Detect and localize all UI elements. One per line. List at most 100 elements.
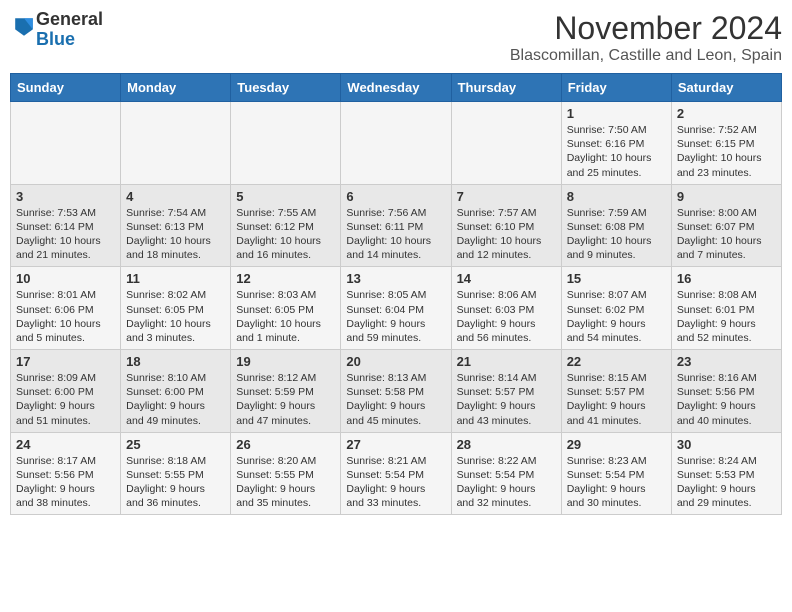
weekday-header-tuesday: Tuesday xyxy=(231,74,341,102)
day-info: Sunrise: 8:17 AM Sunset: 5:56 PM Dayligh… xyxy=(16,454,115,511)
day-number: 19 xyxy=(236,354,335,369)
day-info: Sunrise: 8:20 AM Sunset: 5:55 PM Dayligh… xyxy=(236,454,335,511)
day-info: Sunrise: 8:13 AM Sunset: 5:58 PM Dayligh… xyxy=(346,371,445,428)
day-cell xyxy=(341,102,451,185)
weekday-header-sunday: Sunday xyxy=(11,74,121,102)
day-number: 10 xyxy=(16,271,115,286)
day-info: Sunrise: 8:03 AM Sunset: 6:05 PM Dayligh… xyxy=(236,288,335,345)
day-number: 7 xyxy=(457,189,556,204)
calendar-body: 1 Sunrise: 7:50 AM Sunset: 6:16 PM Daylig… xyxy=(11,102,782,515)
day-info: Sunrise: 8:06 AM Sunset: 6:03 PM Dayligh… xyxy=(457,288,556,345)
day-cell: 25 Sunrise: 8:18 AM Sunset: 5:55 PM Dayli… xyxy=(121,432,231,515)
day-cell: 26 Sunrise: 8:20 AM Sunset: 5:55 PM Dayli… xyxy=(231,432,341,515)
day-number: 1 xyxy=(567,106,666,121)
day-cell: 23Sunrise: 8:16 AM Sunset: 5:56 PM Dayli… xyxy=(671,350,781,433)
day-number: 2 xyxy=(677,106,776,121)
day-info: Sunrise: 8:21 AM Sunset: 5:54 PM Dayligh… xyxy=(346,454,445,511)
day-info: Sunrise: 7:55 AM Sunset: 6:12 PM Dayligh… xyxy=(236,206,335,263)
day-cell: 14 Sunrise: 8:06 AM Sunset: 6:03 PM Dayli… xyxy=(451,267,561,350)
day-number: 5 xyxy=(236,189,335,204)
day-number: 6 xyxy=(346,189,445,204)
day-info: Sunrise: 8:22 AM Sunset: 5:54 PM Dayligh… xyxy=(457,454,556,511)
day-number: 14 xyxy=(457,271,556,286)
day-info: Sunrise: 8:16 AM Sunset: 5:56 PM Dayligh… xyxy=(677,371,776,428)
day-info: Sunrise: 7:56 AM Sunset: 6:11 PM Dayligh… xyxy=(346,206,445,263)
day-cell: 9 Sunrise: 8:00 AM Sunset: 6:07 PM Daylig… xyxy=(671,184,781,267)
day-number: 20 xyxy=(346,354,445,369)
day-info: Sunrise: 8:01 AM Sunset: 6:06 PM Dayligh… xyxy=(16,288,115,345)
day-number: 13 xyxy=(346,271,445,286)
day-cell: 27 Sunrise: 8:21 AM Sunset: 5:54 PM Dayli… xyxy=(341,432,451,515)
day-number: 4 xyxy=(126,189,225,204)
day-cell: 17 Sunrise: 8:09 AM Sunset: 6:00 PM Dayli… xyxy=(11,350,121,433)
day-number: 29 xyxy=(567,437,666,452)
day-info: Sunrise: 7:54 AM Sunset: 6:13 PM Dayligh… xyxy=(126,206,225,263)
day-number: 17 xyxy=(16,354,115,369)
day-cell xyxy=(451,102,561,185)
title-area: November 2024 Blascomillan, Castille and… xyxy=(510,10,782,65)
day-cell: 30Sunrise: 8:24 AM Sunset: 5:53 PM Dayli… xyxy=(671,432,781,515)
day-info: Sunrise: 8:18 AM Sunset: 5:55 PM Dayligh… xyxy=(126,454,225,511)
day-info: Sunrise: 8:15 AM Sunset: 5:57 PM Dayligh… xyxy=(567,371,666,428)
day-cell: 21Sunrise: 8:14 AM Sunset: 5:57 PM Dayli… xyxy=(451,350,561,433)
weekday-header-row: SundayMondayTuesdayWednesdayThursdayFrid… xyxy=(11,74,782,102)
day-cell: 24Sunrise: 8:17 AM Sunset: 5:56 PM Dayli… xyxy=(11,432,121,515)
day-number: 11 xyxy=(126,271,225,286)
day-number: 27 xyxy=(346,437,445,452)
day-info: Sunrise: 8:12 AM Sunset: 5:59 PM Dayligh… xyxy=(236,371,335,428)
day-cell: 7Sunrise: 7:57 AM Sunset: 6:10 PM Daylig… xyxy=(451,184,561,267)
week-row-2: 10 Sunrise: 8:01 AM Sunset: 6:06 PM Dayli… xyxy=(11,267,782,350)
header: General Blue November 2024 Blascomillan,… xyxy=(10,10,782,65)
day-info: Sunrise: 8:02 AM Sunset: 6:05 PM Dayligh… xyxy=(126,288,225,345)
day-number: 18 xyxy=(126,354,225,369)
weekday-header-thursday: Thursday xyxy=(451,74,561,102)
day-cell xyxy=(11,102,121,185)
day-cell: 13 Sunrise: 8:05 AM Sunset: 6:04 PM Dayli… xyxy=(341,267,451,350)
day-info: Sunrise: 8:09 AM Sunset: 6:00 PM Dayligh… xyxy=(16,371,115,428)
day-cell: 22Sunrise: 8:15 AM Sunset: 5:57 PM Dayli… xyxy=(561,350,671,433)
day-info: Sunrise: 8:23 AM Sunset: 5:54 PM Dayligh… xyxy=(567,454,666,511)
month-title: November 2024 xyxy=(510,10,782,47)
day-number: 3 xyxy=(16,189,115,204)
day-info: Sunrise: 8:07 AM Sunset: 6:02 PM Dayligh… xyxy=(567,288,666,345)
day-info: Sunrise: 8:10 AM Sunset: 6:00 PM Dayligh… xyxy=(126,371,225,428)
day-info: Sunrise: 8:00 AM Sunset: 6:07 PM Dayligh… xyxy=(677,206,776,263)
day-cell: 12 Sunrise: 8:03 AM Sunset: 6:05 PM Dayli… xyxy=(231,267,341,350)
week-row-0: 1 Sunrise: 7:50 AM Sunset: 6:16 PM Daylig… xyxy=(11,102,782,185)
day-cell: 19 Sunrise: 8:12 AM Sunset: 5:59 PM Dayli… xyxy=(231,350,341,433)
day-number: 9 xyxy=(677,189,776,204)
day-number: 21 xyxy=(457,354,556,369)
weekday-header-wednesday: Wednesday xyxy=(341,74,451,102)
day-cell: 15 Sunrise: 8:07 AM Sunset: 6:02 PM Dayli… xyxy=(561,267,671,350)
weekday-header-friday: Friday xyxy=(561,74,671,102)
logo-icon xyxy=(12,15,36,39)
weekday-header-saturday: Saturday xyxy=(671,74,781,102)
day-number: 25 xyxy=(126,437,225,452)
day-cell: 5 Sunrise: 7:55 AM Sunset: 6:12 PM Daylig… xyxy=(231,184,341,267)
day-cell: 4 Sunrise: 7:54 AM Sunset: 6:13 PM Daylig… xyxy=(121,184,231,267)
weekday-header-monday: Monday xyxy=(121,74,231,102)
day-cell: 1 Sunrise: 7:50 AM Sunset: 6:16 PM Daylig… xyxy=(561,102,671,185)
day-cell: 29 Sunrise: 8:23 AM Sunset: 5:54 PM Dayli… xyxy=(561,432,671,515)
day-cell: 3 Sunrise: 7:53 AM Sunset: 6:14 PM Daylig… xyxy=(11,184,121,267)
day-info: Sunrise: 7:50 AM Sunset: 6:16 PM Dayligh… xyxy=(567,123,666,180)
day-cell xyxy=(121,102,231,185)
day-number: 30 xyxy=(677,437,776,452)
day-cell: 6 Sunrise: 7:56 AM Sunset: 6:11 PM Daylig… xyxy=(341,184,451,267)
day-info: Sunrise: 7:53 AM Sunset: 6:14 PM Dayligh… xyxy=(16,206,115,263)
day-cell: 16Sunrise: 8:08 AM Sunset: 6:01 PM Dayli… xyxy=(671,267,781,350)
day-cell: 2Sunrise: 7:52 AM Sunset: 6:15 PM Daylig… xyxy=(671,102,781,185)
day-number: 12 xyxy=(236,271,335,286)
day-cell: 20 Sunrise: 8:13 AM Sunset: 5:58 PM Dayli… xyxy=(341,350,451,433)
day-number: 15 xyxy=(567,271,666,286)
location-title: Blascomillan, Castille and Leon, Spain xyxy=(510,47,782,65)
day-info: Sunrise: 8:05 AM Sunset: 6:04 PM Dayligh… xyxy=(346,288,445,345)
day-cell: 28 Sunrise: 8:22 AM Sunset: 5:54 PM Dayli… xyxy=(451,432,561,515)
logo-general: General xyxy=(36,9,103,29)
day-cell: 8Sunrise: 7:59 AM Sunset: 6:08 PM Daylig… xyxy=(561,184,671,267)
day-number: 28 xyxy=(457,437,556,452)
logo-blue: Blue xyxy=(36,29,75,49)
day-number: 26 xyxy=(236,437,335,452)
week-row-1: 3 Sunrise: 7:53 AM Sunset: 6:14 PM Daylig… xyxy=(11,184,782,267)
day-cell: 10 Sunrise: 8:01 AM Sunset: 6:06 PM Dayli… xyxy=(11,267,121,350)
